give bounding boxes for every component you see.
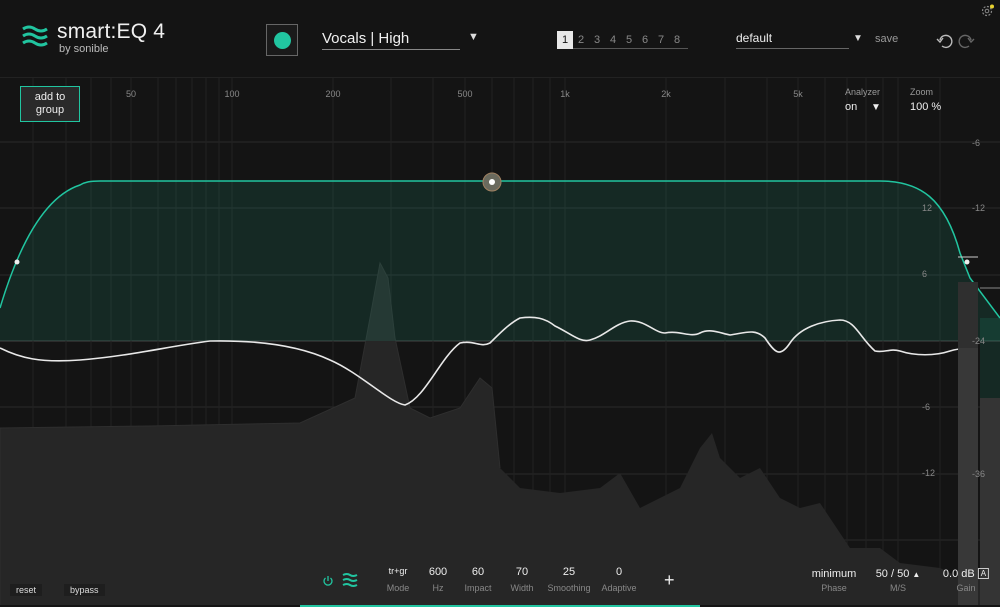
slot-1[interactable]: 1 [557,31,573,49]
db-tick-label-outer: -36 [972,469,986,479]
settings-gear-icon[interactable] [980,4,994,18]
slot-5[interactable]: 5 [621,31,637,49]
analyzer-toggle[interactable]: on [845,101,857,113]
save-button[interactable]: save [875,33,898,45]
add-band-plus-icon[interactable]: + [664,570,675,591]
mode-control[interactable]: tr+gr Mode [387,566,410,593]
freq-tick-label: 1k [560,89,570,99]
band-control-panel [300,560,700,607]
slot-4[interactable]: 4 [605,31,621,49]
profile-select[interactable]: Vocals | High [322,30,460,50]
eq-graph[interactable]: add to group 50 100 200 500 1k 2k 5k 12 6 -6 -12 -… [0,78,1000,605]
preset-dropdown-icon[interactable]: ▼ [853,33,863,44]
redo-icon[interactable] [957,32,975,50]
app-vendor: by sonible [59,43,109,55]
db-tick-label-inner: -6 [922,402,931,412]
logo: smart:EQ 4 by sonible [22,20,165,55]
freq-tick-label: 5k [793,89,803,99]
freq-tick-label: 2k [661,89,671,99]
freq-tick-label: 100 [224,89,240,99]
adaptive-control[interactable]: 0 Adaptive [601,566,636,593]
header: smart:EQ 4 by sonible Vocals | High ▼ 12… [0,0,1000,78]
auto-gain-badge[interactable]: A [977,568,990,579]
width-control[interactable]: 70 Width [510,566,533,593]
slot-selector: 12345678 [557,31,688,49]
analyzer-label: Analyzer [845,87,881,97]
phase-control[interactable]: minimum Phase [812,568,857,593]
freq-tick-label: 50 [125,89,137,99]
db-tick-label-inner: 6 [922,269,928,279]
analyzer-dropdown-icon[interactable]: ▼ [871,102,881,113]
freq-tick-label: 200 [325,89,341,99]
db-tick-label-inner: -12 [922,468,936,478]
eq-node-center[interactable] [489,179,495,185]
db-tick-label-outer: -24 [972,336,986,346]
db-tick-label-outer: -6 [972,138,981,148]
eq-display[interactable] [0,78,1000,605]
app-title: smart:EQ 4 [57,20,166,43]
impact-control[interactable]: 60 Impact [464,566,491,593]
slot-3[interactable]: 3 [589,31,605,49]
bands-icon[interactable] [342,572,358,588]
db-tick-label-outer: -12 [972,203,986,213]
gain-control[interactable]: 0.0 dB A Gain [943,568,990,593]
sonible-logo-icon [22,25,48,47]
eq-band-curve-fill [0,181,1000,341]
zoom-value[interactable]: 100 % [910,101,941,113]
db-tick-label-inner: 12 [922,203,933,213]
ms-control[interactable]: 50 / 50 ▲ M/S [876,568,921,593]
enable-button[interactable] [266,24,298,56]
add-to-group-button[interactable]: add to group [20,86,80,122]
enable-indicator [273,31,291,49]
bypass-button[interactable]: bypass [64,584,105,596]
slot-7[interactable]: 7 [653,31,669,49]
reset-button[interactable]: reset [10,584,43,596]
power-icon[interactable] [322,575,334,587]
freq-tick-label: 500 [457,89,473,99]
undo-icon[interactable] [936,32,954,50]
profile-dropdown-icon[interactable]: ▼ [468,31,479,43]
eq-node-low[interactable] [14,259,20,265]
slot-2[interactable]: 2 [573,31,589,49]
ms-arrow-icon[interactable]: ▲ [912,570,920,579]
smoothing-control[interactable]: 25 Smoothing [547,566,590,593]
slot-6[interactable]: 6 [637,31,653,49]
eq-node-high[interactable] [964,259,970,265]
preset-select[interactable]: default [736,31,849,49]
zoom-label: Zoom [910,87,934,97]
slot-8[interactable]: 8 [669,31,685,49]
hz-control[interactable]: 600 Hz [429,566,447,593]
